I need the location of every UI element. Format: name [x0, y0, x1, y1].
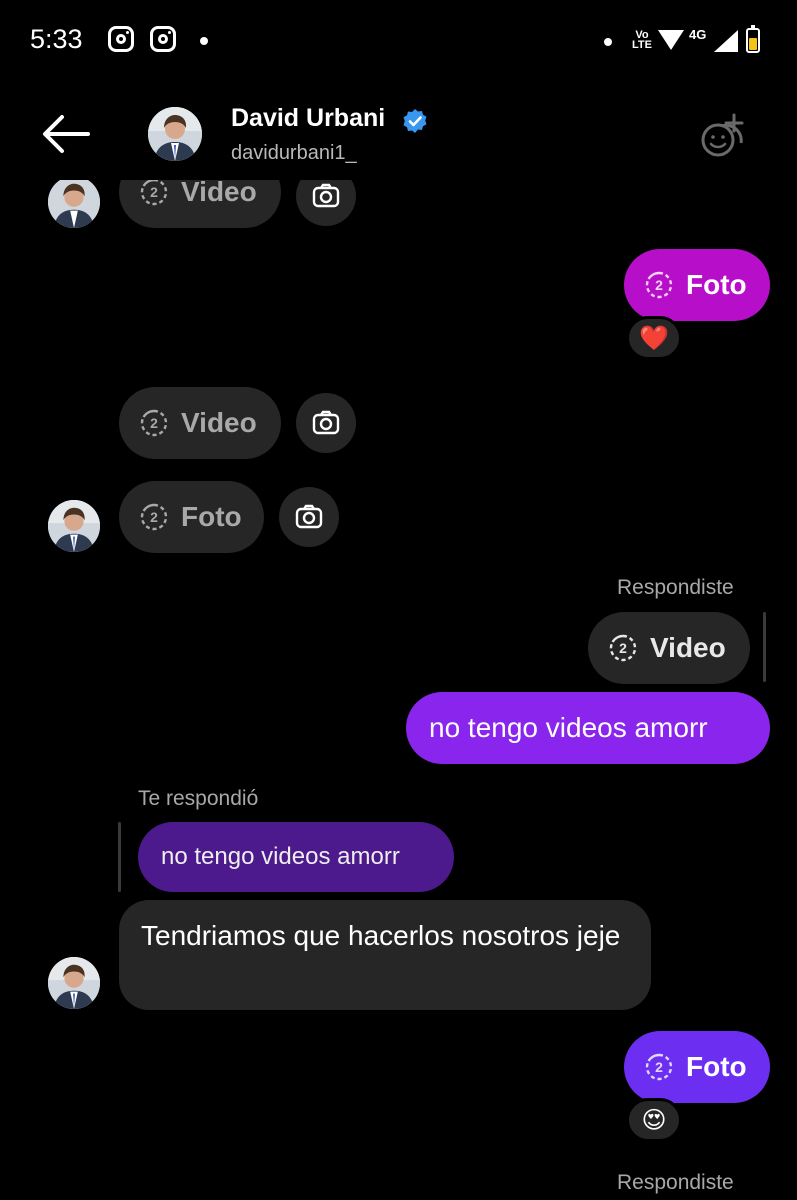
replied-video-preview[interactable]: 2 Video: [588, 612, 750, 684]
media-label: Video: [181, 407, 257, 438]
svg-text:2: 2: [655, 277, 663, 293]
header-avatar[interactable]: [148, 107, 202, 161]
svg-text:2: 2: [655, 1059, 663, 1075]
network-type: 4G: [689, 27, 707, 42]
back-arrow-icon[interactable]: [40, 112, 90, 156]
message-text: no tengo videos amorr: [429, 712, 708, 743]
sent-photo-bubble[interactable]: 2 Foto: [624, 249, 770, 321]
sent-message-bubble[interactable]: no tengo videos amorr: [406, 692, 770, 764]
view-once-icon: 2: [140, 180, 168, 206]
reaction-heart[interactable]: ❤️: [626, 316, 682, 360]
view-once-icon: 2: [645, 271, 673, 299]
svg-text:2: 2: [619, 640, 627, 656]
contact-name[interactable]: David Urbani: [231, 104, 385, 133]
view-once-icon: 2: [140, 503, 168, 531]
contact-username[interactable]: davidurbani1_: [231, 142, 357, 165]
reply-meta: Respondiste: [617, 576, 734, 599]
battery-icon: [746, 25, 760, 53]
received-video-bubble[interactable]: 2 Video: [119, 180, 281, 228]
camera-button[interactable]: [296, 393, 356, 453]
quoted-text: no tengo videos amorr: [161, 843, 400, 870]
view-once-icon: 2: [609, 634, 637, 662]
sender-avatar[interactable]: [48, 957, 100, 1009]
wifi-icon: [658, 30, 684, 50]
quoted-message-preview[interactable]: no tengo videos amorr: [138, 822, 454, 892]
reply-indicator-bar: [763, 612, 766, 682]
view-once-icon: 2: [645, 1053, 673, 1081]
received-message-bubble[interactable]: Tendriamos que hacerlos nosotros jeje: [119, 900, 651, 1010]
view-once-icon: 2: [140, 409, 168, 437]
reply-meta: Respondiste: [617, 1171, 734, 1194]
message-text: Tendriamos que hacerlos nosotros jeje: [141, 920, 621, 951]
media-label: Foto: [181, 501, 242, 532]
notification-dot: [604, 38, 612, 46]
volte-icon: Vo LTE: [632, 29, 652, 51]
notification-dot: [200, 37, 208, 45]
media-label: Video: [181, 180, 257, 207]
sender-avatar: [48, 180, 100, 228]
instagram-icon: [108, 26, 134, 52]
status-time: 5:33: [30, 24, 83, 54]
sender-avatar[interactable]: [48, 500, 100, 552]
verified-badge-icon: [402, 108, 428, 134]
received-video-bubble[interactable]: 2 Video: [119, 387, 281, 459]
svg-text:2: 2: [150, 509, 158, 525]
svg-text:2: 2: [150, 184, 158, 200]
camera-button[interactable]: [296, 180, 356, 226]
svg-text:2: 2: [150, 415, 158, 431]
reaction-heart-eyes[interactable]: 😍: [626, 1098, 682, 1142]
media-label: Foto: [686, 1051, 747, 1082]
signal-icon: [714, 30, 738, 52]
sent-photo-bubble[interactable]: 2 Foto: [624, 1031, 770, 1103]
status-bar: 5:33 Vo LTE 4G: [0, 0, 797, 80]
instagram-icon: [150, 26, 176, 52]
camera-icon: [295, 504, 323, 529]
camera-icon: [312, 183, 340, 208]
camera-button[interactable]: [279, 487, 339, 547]
camera-icon: [312, 410, 340, 435]
reply-indicator-bar: [118, 822, 121, 892]
add-people-icon[interactable]: [700, 112, 748, 158]
media-label: Foto: [686, 269, 747, 300]
media-label: Video: [650, 632, 726, 663]
received-photo-bubble[interactable]: 2 Foto: [119, 481, 264, 553]
message-clip: 2 Video: [0, 180, 797, 230]
reply-meta: Te respondió: [138, 787, 259, 810]
